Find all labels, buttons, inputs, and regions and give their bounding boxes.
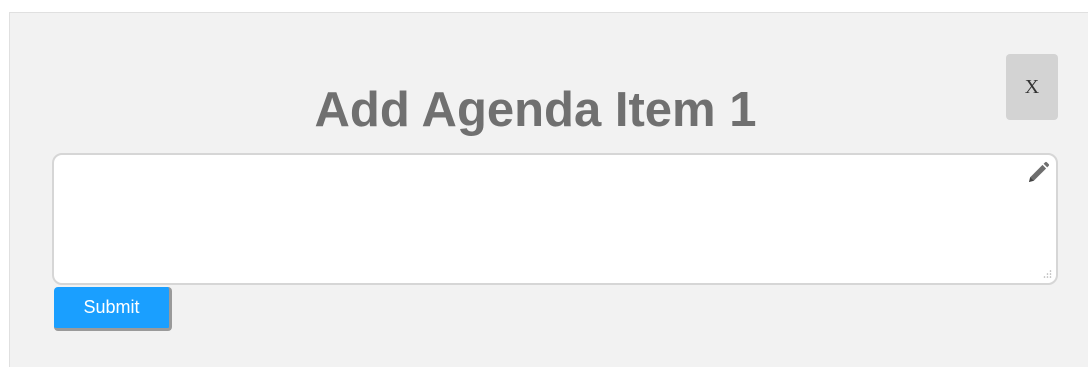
close-button[interactable]: X [1006, 54, 1058, 120]
pencil-icon[interactable] [1026, 161, 1050, 185]
agenda-item-editor [52, 153, 1058, 285]
agenda-item-textarea[interactable] [54, 155, 1056, 283]
dialog-title: Add Agenda Item 1 [314, 83, 757, 137]
add-agenda-item-panel: Add Agenda Item 1 X Submit [9, 12, 1088, 367]
submit-button[interactable]: Submit [54, 287, 172, 331]
resize-grip-icon[interactable] [1042, 269, 1052, 279]
